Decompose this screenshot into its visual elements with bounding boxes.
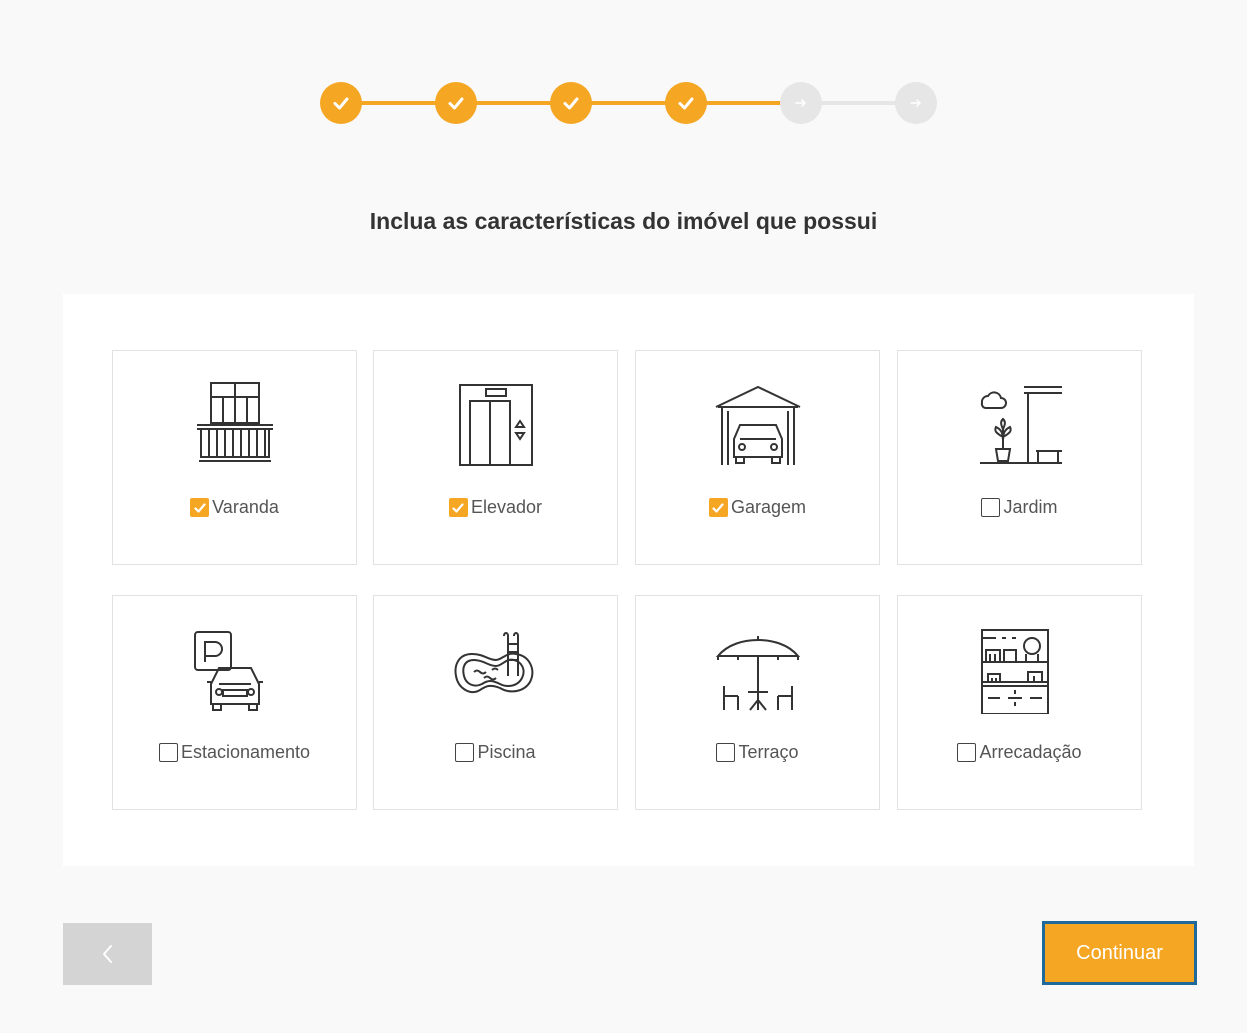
step-3 [550,82,592,124]
step-connector [821,101,897,105]
page-title: Inclua as características do imóvel que … [369,208,878,234]
step-6 [895,82,937,124]
estacionamento-checkbox[interactable] [158,743,178,762]
feature-card-varanda[interactable]: Varanda [112,350,357,565]
step-1 [320,82,362,124]
terraco-checkbox[interactable] [716,743,736,762]
garagem-checkbox[interactable] [708,498,728,517]
pool-icon [454,632,533,694]
step-connector [361,101,437,105]
piscina-checkbox[interactable] [455,743,475,762]
varanda-checkbox[interactable] [190,498,210,517]
features-panel: Varanda Elevador Garagem Jardim Estacion… [63,294,1194,866]
feature-card-elevador[interactable]: Elevador [373,350,618,565]
check-icon [712,502,725,513]
feature-label: Jardim [1003,497,1058,517]
feature-card-piscina[interactable]: Piscina [373,595,618,810]
garden-icon [979,386,1062,464]
continue-button[interactable]: Continuar [1042,921,1197,985]
balcony-icon [196,382,273,462]
arrow-right-icon [910,99,921,107]
check-icon [563,97,579,110]
chevron-left-icon [102,945,112,963]
back-button[interactable] [63,923,152,985]
elevator-icon [458,384,533,466]
arrow-right-icon [795,99,806,107]
feature-label: Varanda [212,497,279,517]
terrace-icon [715,636,800,711]
step-4 [665,82,707,124]
step-2 [435,82,477,124]
check-icon [452,502,465,513]
elevador-checkbox[interactable] [448,498,468,517]
jardim-checkbox[interactable] [981,498,1001,517]
step-connector [706,101,782,105]
arrecadacao-checkbox[interactable] [957,743,977,762]
feature-label: Arrecadação [979,742,1082,762]
feature-label: Piscina [477,742,536,762]
feature-label: Estacionamento [180,742,311,762]
check-icon [448,97,464,110]
storage-icon [980,629,1049,714]
parking-icon [193,631,263,711]
check-icon [333,97,349,110]
feature-card-jardim[interactable]: Jardim [897,350,1142,565]
garage-icon [715,385,800,465]
step-connector [476,101,552,105]
feature-card-estacionamento[interactable]: Estacionamento [112,595,357,810]
check-icon [678,97,694,110]
step-connector [591,101,667,105]
feature-label: Garagem [730,497,807,517]
progress-stepper [0,0,1247,210]
step-5 [780,82,822,124]
feature-card-garagem[interactable]: Garagem [635,350,880,565]
feature-label: Elevador [470,497,543,517]
feature-card-arrecadacao[interactable]: Arrecadação [897,595,1142,810]
feature-card-terraco[interactable]: Terraço [635,595,880,810]
check-icon [194,502,206,513]
feature-label: Terraço [738,742,799,762]
